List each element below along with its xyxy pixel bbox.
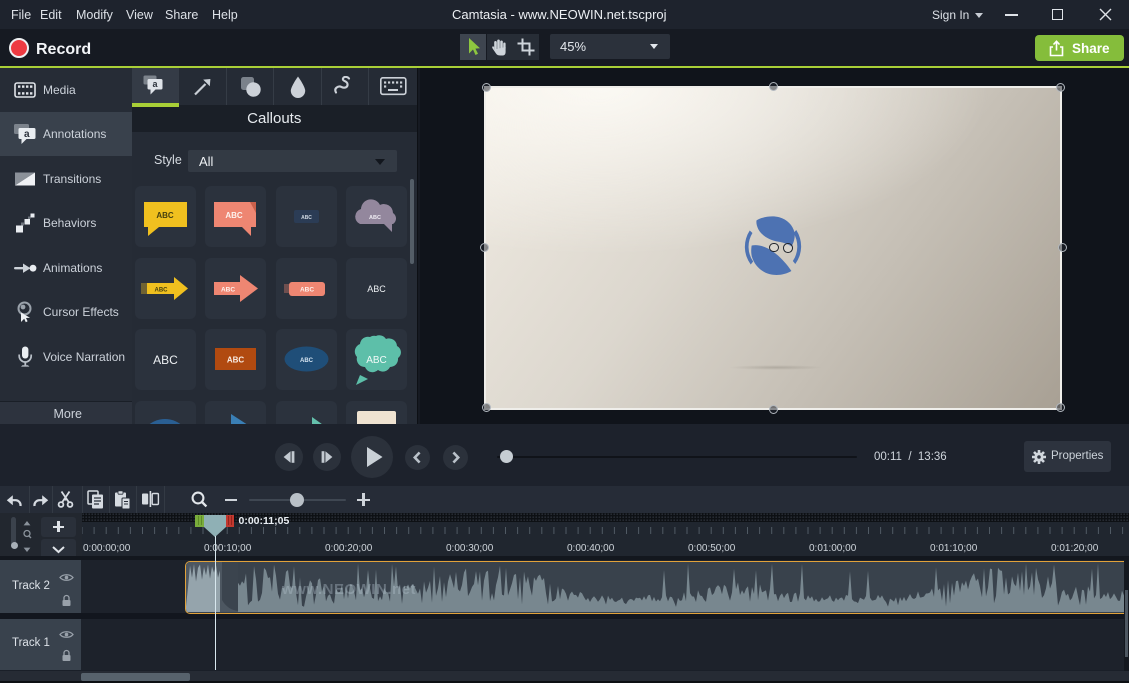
svg-text:ABC: ABC	[367, 284, 386, 294]
svg-text:ABC: ABC	[300, 358, 314, 364]
svg-text:ABC: ABC	[225, 211, 243, 220]
svg-text:ABC: ABC	[227, 356, 245, 365]
svg-text:ABC: ABC	[301, 215, 312, 221]
svg-text:ABC: ABC	[299, 286, 313, 293]
svg-text:ABC: ABC	[156, 211, 174, 220]
svg-text:ABC: ABC	[154, 287, 168, 293]
svg-text:ABC: ABC	[369, 215, 381, 221]
svg-text:ABC: ABC	[221, 286, 235, 293]
svg-text:a: a	[24, 129, 30, 140]
svg-text:ABC: ABC	[366, 355, 387, 366]
svg-text:ABC: ABC	[153, 353, 178, 367]
